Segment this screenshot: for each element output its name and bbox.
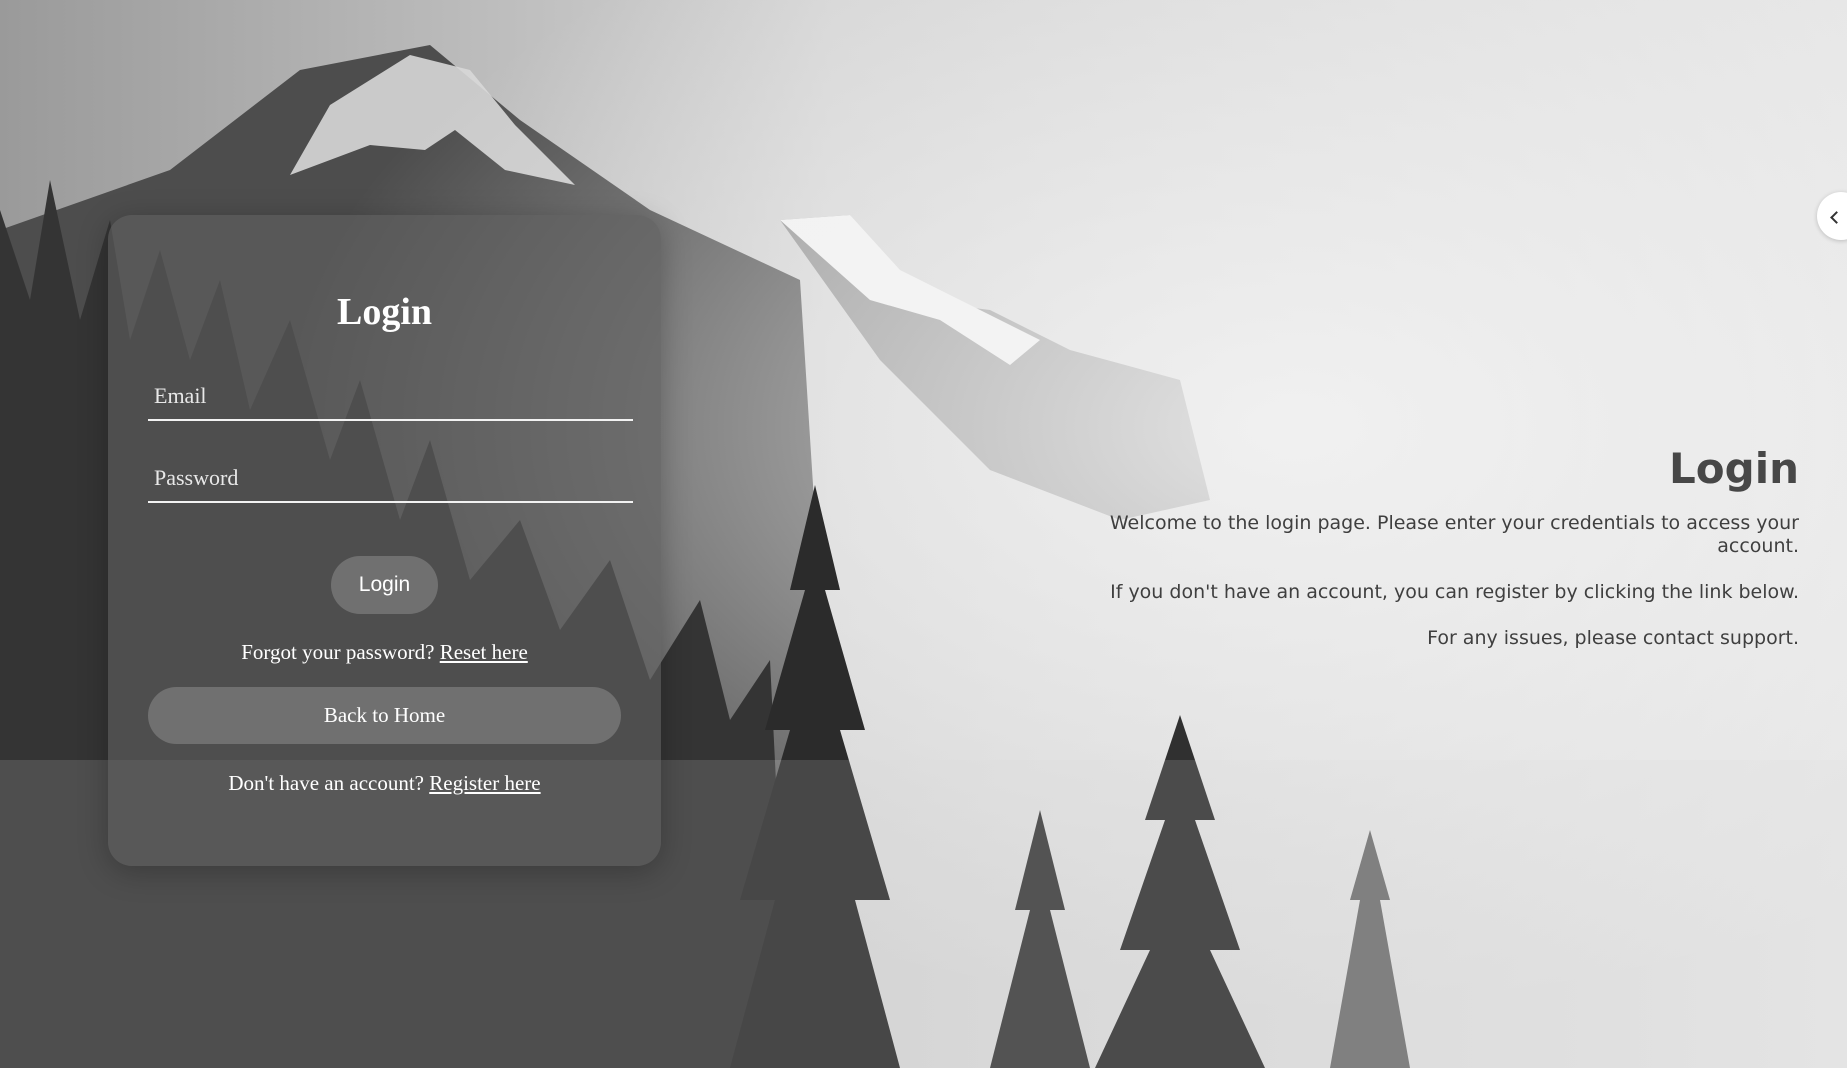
register-link[interactable]: Register here [429, 771, 540, 795]
info-title: Login [1669, 444, 1799, 493]
login-page: Login Login Forgot your password? Reset … [0, 0, 1847, 1068]
forgot-password-text: Forgot your password? Reset here [108, 640, 661, 665]
register-info-text: If you don't have an account, you can re… [1110, 580, 1799, 603]
login-title: Login [336, 291, 433, 333]
login-button[interactable]: Login [331, 556, 438, 614]
email-field[interactable] [148, 373, 633, 421]
welcome-text: Welcome to the login page. Please enter … [1109, 512, 1799, 557]
support-info-text: For any issues, please contact support. [1427, 626, 1799, 649]
back-to-home-button[interactable]: Back to Home [148, 687, 621, 744]
forgot-password-label: Forgot your password? [241, 640, 440, 664]
register-text: Don't have an account? Register here [108, 771, 661, 796]
login-card: Login Login Forgot your password? Reset … [108, 215, 661, 866]
register-prompt-label: Don't have an account? [228, 771, 430, 795]
login-info-panel: Login Welcome to the login page. Please … [1039, 444, 1799, 672]
password-field[interactable] [148, 455, 633, 503]
reset-password-link[interactable]: Reset here [440, 640, 528, 664]
